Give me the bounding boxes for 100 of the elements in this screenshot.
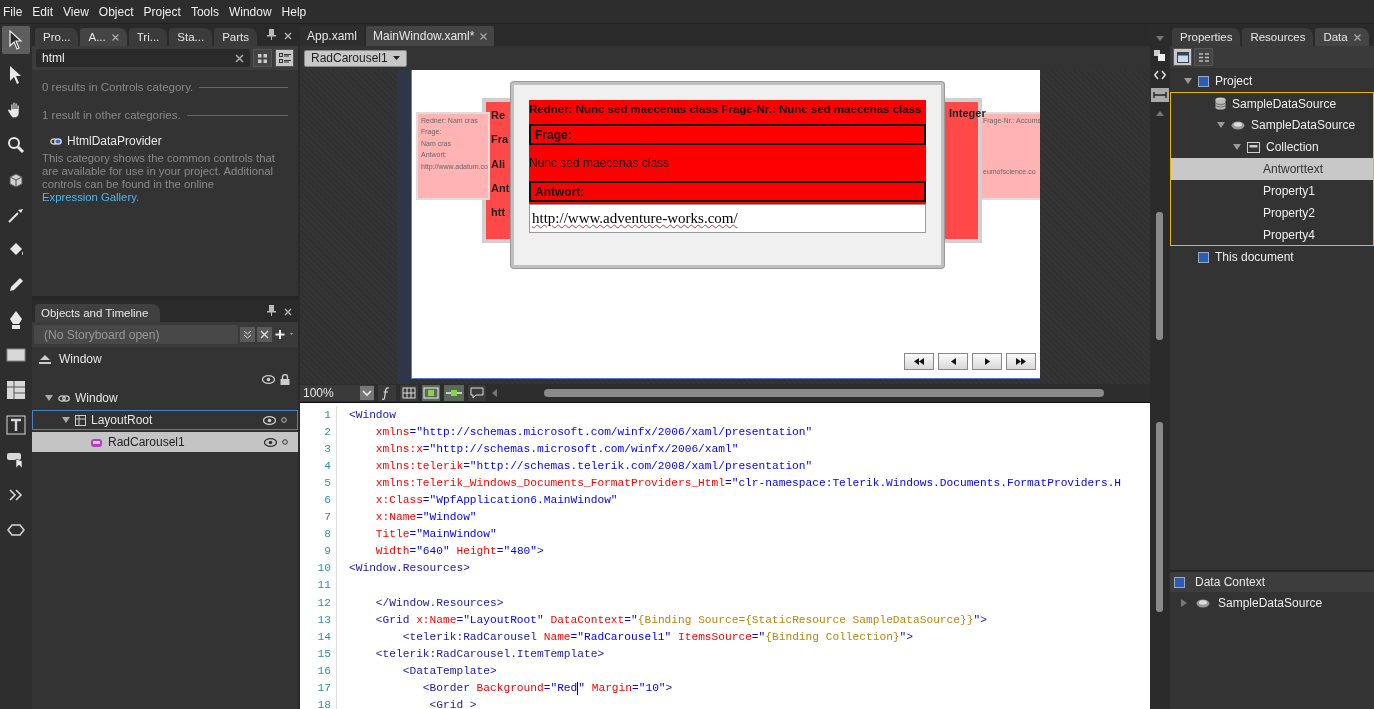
function-icon[interactable] [378, 385, 396, 401]
document-tab[interactable]: App.xaml [300, 26, 365, 46]
search-field[interactable]: html [36, 49, 250, 67]
split-view-icon[interactable] [1151, 88, 1169, 102]
view-mode-button[interactable] [1194, 48, 1213, 66]
close-icon[interactable] [1353, 33, 1361, 41]
menu-item[interactable]: Help [278, 4, 314, 19]
annotation-icon[interactable] [468, 385, 486, 401]
tree-item[interactable]: Property2 [1170, 202, 1374, 224]
line-number: 18 [300, 696, 337, 709]
scrollbar-thumb[interactable] [1156, 422, 1163, 612]
tree-item[interactable]: This document [1170, 246, 1374, 268]
shapes-icon[interactable] [1154, 50, 1166, 62]
code-line: <DataTemplate> [401, 664, 497, 677]
panel-tab[interactable]: Properties [1172, 28, 1241, 46]
menu-item[interactable]: Window [225, 4, 279, 19]
tree-item[interactable]: RadCarousel1 [32, 432, 298, 452]
scope-item[interactable]: Window [32, 347, 298, 371]
expand-arrow-icon[interactable] [1233, 143, 1241, 151]
zoom-field[interactable]: 100% [300, 385, 374, 401]
pin-icon[interactable] [267, 305, 276, 316]
carousel-card[interactable]: Redner: Nunc sed maecenas class Frage-Nr.: Nunc sed maecenas class Frage: Nunc sed maecenas class Antwort: http://www.adventure-works.com/ [511, 82, 944, 268]
expand-arrow-icon[interactable] [1180, 599, 1188, 607]
panel-tab[interactable]: Data [1315, 28, 1369, 46]
tree-item[interactable]: SampleDataSource [1170, 92, 1374, 114]
tree-item[interactable]: LayoutRoot [32, 410, 298, 430]
panel-tab[interactable]: Pro... [35, 28, 79, 46]
card-header: Redner: Nunc sed maecenas class Frage-Nr.: Nunc sed maecenas class [529, 102, 923, 117]
panel-tab[interactable]: Resources [1242, 28, 1314, 46]
close-icon[interactable] [480, 32, 488, 40]
navigation-button[interactable] [904, 353, 934, 370]
line-number: 2 [300, 423, 337, 441]
close-icon[interactable] [257, 327, 272, 342]
navigation-button[interactable] [972, 353, 1002, 370]
tree-item[interactable]: Property4 [1170, 224, 1374, 246]
menu-item[interactable]: File [0, 4, 30, 19]
scrollbar-thumb[interactable] [544, 389, 1104, 397]
storyboard-field[interactable]: (No Storyboard open) [34, 325, 238, 344]
gem-icon [1231, 120, 1245, 130]
menu-item[interactable]: View [60, 4, 96, 19]
caret-up-icon[interactable] [1156, 110, 1164, 116]
tree-item[interactable]: Antworttext [1170, 158, 1374, 180]
tree-item[interactable]: Window [32, 388, 298, 408]
menu-item[interactable]: Tools [187, 4, 226, 19]
answer-field[interactable]: http://www.adventure-works.com/ [529, 204, 926, 233]
menu-item[interactable]: Edit [29, 4, 61, 19]
close-icon[interactable] [284, 32, 293, 40]
document-tab[interactable]: MainWindow.xaml* [366, 26, 495, 46]
pin-icon[interactable] [267, 29, 277, 40]
tree-item[interactable]: SampleDataSource [1170, 114, 1374, 136]
chevron-down-icon[interactable] [240, 327, 255, 342]
snap-grid-icon[interactable] [422, 385, 440, 401]
question-label: Frage: [529, 124, 926, 145]
tree-item[interactable]: Property1 [1170, 180, 1374, 202]
up-arrow-icon [38, 354, 52, 364]
expand-arrow-icon[interactable] [1217, 121, 1225, 129]
scrollbar-thumb[interactable] [1156, 212, 1163, 340]
code-icon[interactable] [1154, 70, 1166, 80]
clear-icon[interactable] [235, 53, 244, 63]
close-icon[interactable] [284, 308, 292, 316]
code-editor[interactable] [300, 402, 1150, 709]
tab-label: Sta... [177, 31, 205, 43]
gallery-link[interactable]: Expression Gallery [42, 191, 136, 203]
question-text: Nunc sed maecenas class [529, 155, 671, 172]
expand-arrow-icon[interactable] [45, 394, 53, 402]
line-number: 3 [300, 440, 337, 458]
scroll-left-icon[interactable] [490, 388, 500, 398]
line-number: 9 [300, 542, 337, 560]
menu-item[interactable]: Object [95, 4, 141, 19]
code-line: xmlns="http://schemas.microsoft.com/winfx/2006/xaml/presentation" [374, 425, 813, 438]
result-item[interactable]: HtmlDataProvider [42, 132, 288, 150]
answer-label: Antwort: [529, 181, 926, 202]
lock-dot-icon[interactable] [282, 439, 288, 445]
tool-button[interactable] [2, 26, 30, 54]
breadcrumb-button[interactable]: RadCarousel1 [304, 49, 407, 67]
lock-icon[interactable] [280, 373, 290, 385]
tab-label: A... [88, 31, 106, 43]
view-mode-button[interactable] [1173, 48, 1192, 66]
navigation-button[interactable] [1006, 353, 1036, 370]
line-number: 1 [300, 406, 337, 424]
expand-arrow-icon[interactable] [62, 416, 70, 424]
tree-item[interactable]: Project [1170, 70, 1374, 92]
add-icon[interactable] [274, 327, 296, 342]
panel-tab[interactable]: Sta... [169, 28, 213, 46]
code-line: Width="640" Height="480"> [374, 545, 544, 558]
view-mode-button[interactable] [253, 49, 272, 67]
caret-down-icon[interactable] [1156, 36, 1164, 42]
view-mode-button[interactable] [275, 49, 294, 67]
menu-item[interactable]: Project [140, 4, 188, 19]
panel-tab[interactable]: A... [80, 28, 127, 46]
tree-item[interactable]: SampleDataSource [1170, 592, 1374, 614]
navigation-button[interactable] [938, 353, 968, 370]
close-icon[interactable] [111, 33, 119, 41]
eye-icon[interactable] [264, 437, 277, 447]
lock-dot-icon[interactable] [281, 417, 287, 423]
panel-tab[interactable]: Tri... [128, 28, 168, 46]
panel-tab[interactable]: Parts [214, 28, 258, 46]
dropdown-icon[interactable] [360, 386, 374, 400]
expand-arrow-icon[interactable] [1184, 77, 1192, 85]
grid-icon[interactable] [400, 385, 418, 401]
